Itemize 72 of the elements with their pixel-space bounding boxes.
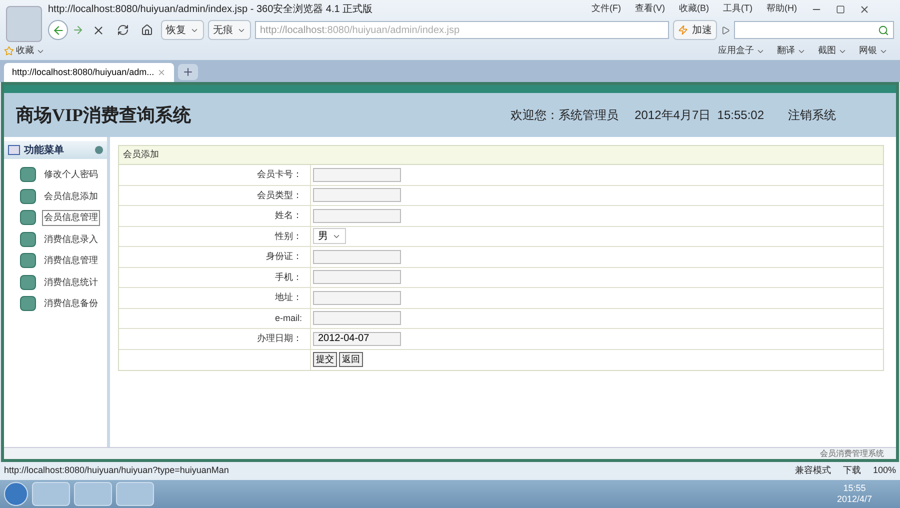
field-label: 地址： — [275, 291, 302, 304]
menu-icon — [8, 145, 20, 155]
logout-link[interactable]: 注销系统 — [788, 106, 836, 124]
favorites-button[interactable]: 收藏 — [4, 44, 45, 58]
menu-item[interactable]: 会员信息管理 — [42, 210, 100, 226]
back-button[interactable] — [48, 20, 68, 40]
search-field[interactable] — [734, 21, 894, 39]
start-button[interactable] — [4, 482, 28, 506]
field-label: 性别： — [275, 230, 302, 242]
new-tab-button[interactable] — [178, 64, 198, 80]
menu-item[interactable]: 文件(F) — [592, 2, 621, 16]
status-url: http://localhost:8080/huiyuan/huiyuan?type=huiyuanMan — [4, 464, 229, 478]
speedup-button[interactable]: 加速 — [673, 20, 717, 40]
window-title: http://localhost:8080/huiyuan/admin/index.jsp - 360安全浏览器 4.1 正式版 — [48, 2, 373, 16]
field-label: 会员卡号： — [257, 168, 302, 181]
field-label: 手机： — [275, 270, 302, 284]
close-tab-icon[interactable] — [157, 68, 166, 77]
input-field[interactable] — [313, 188, 401, 202]
stop-icon[interactable] — [92, 24, 105, 36]
collapse-icon[interactable] — [95, 146, 103, 154]
forward-icon[interactable] — [72, 24, 84, 36]
back-icon — [52, 24, 64, 36]
menu-title: 功能菜单 — [24, 144, 64, 158]
menu-item[interactable]: 帮助(H) — [766, 2, 797, 16]
refresh-icon[interactable] — [117, 24, 129, 36]
input-field[interactable] — [313, 270, 401, 284]
go-icon[interactable] — [721, 26, 730, 34]
input-field[interactable] — [313, 290, 401, 305]
field-label: 会员类型： — [257, 188, 302, 202]
form-button[interactable]: 返回 — [339, 352, 363, 368]
home-icon[interactable] — [141, 24, 153, 36]
status-item[interactable]: 100% — [872, 464, 896, 478]
menu-item[interactable]: 消费信息管理 — [42, 253, 100, 268]
toolbar-item[interactable]: 应用盒子 — [718, 44, 765, 58]
field-label: e-mail: — [274, 312, 302, 324]
field-label: 办理日期： — [257, 332, 302, 345]
menu-item[interactable]: 会员信息添加 — [42, 188, 100, 204]
input-field[interactable] — [313, 208, 401, 223]
toolbar-button[interactable]: 恢复 — [161, 20, 204, 40]
maximize-icon[interactable] — [836, 4, 845, 14]
search-icon[interactable] — [878, 24, 889, 36]
plus-icon — [182, 66, 194, 78]
menu-item[interactable]: 修改个人密码 — [42, 167, 100, 182]
form-button[interactable]: 提交 — [313, 352, 337, 368]
welcome-text: 欢迎您：系统管理员 — [510, 107, 619, 124]
toolbar-button[interactable]: 无痕 — [208, 20, 251, 40]
close-icon[interactable] — [859, 4, 870, 14]
menu-item[interactable]: 工具(T) — [723, 2, 752, 16]
star-icon — [4, 46, 14, 56]
input-field[interactable]: 2012-04-07 — [313, 332, 401, 346]
input-field[interactable] — [313, 168, 401, 182]
footer-bar: 会员消费管理系统 — [4, 447, 896, 459]
toolbar-item[interactable]: 翻译 — [777, 44, 806, 58]
toolbar-item[interactable]: 网银 — [859, 44, 888, 58]
field-label: 身份证： — [266, 250, 302, 263]
status-item[interactable]: 下载 — [842, 464, 861, 478]
menu-item[interactable]: 消费信息录入 — [42, 232, 100, 247]
menu-item[interactable]: 查看(V) — [635, 2, 665, 16]
menu-item[interactable]: 收藏(B) — [679, 2, 709, 16]
app-title: 商场VIP消费查询系统 — [16, 104, 191, 126]
panel-title: 会员添加 — [119, 146, 883, 165]
datetime-text: 2012年4月7日 15:55:02 — [634, 107, 764, 124]
menu-item[interactable]: 消费信息统计 — [42, 274, 100, 290]
gender-select[interactable]: 男 — [313, 228, 346, 244]
toolbar-item[interactable]: 截图 — [818, 44, 847, 58]
input-field[interactable] — [313, 311, 401, 326]
status-item[interactable]: 兼容模式 — [794, 464, 831, 478]
lightning-icon — [678, 25, 688, 35]
menu-item[interactable]: 消费信息备份 — [42, 296, 100, 312]
input-field[interactable] — [313, 250, 401, 264]
browser-tab[interactable]: http://localhost:8080/huiyuan/adm... — [4, 63, 174, 82]
field-label: 姓名： — [275, 209, 302, 222]
